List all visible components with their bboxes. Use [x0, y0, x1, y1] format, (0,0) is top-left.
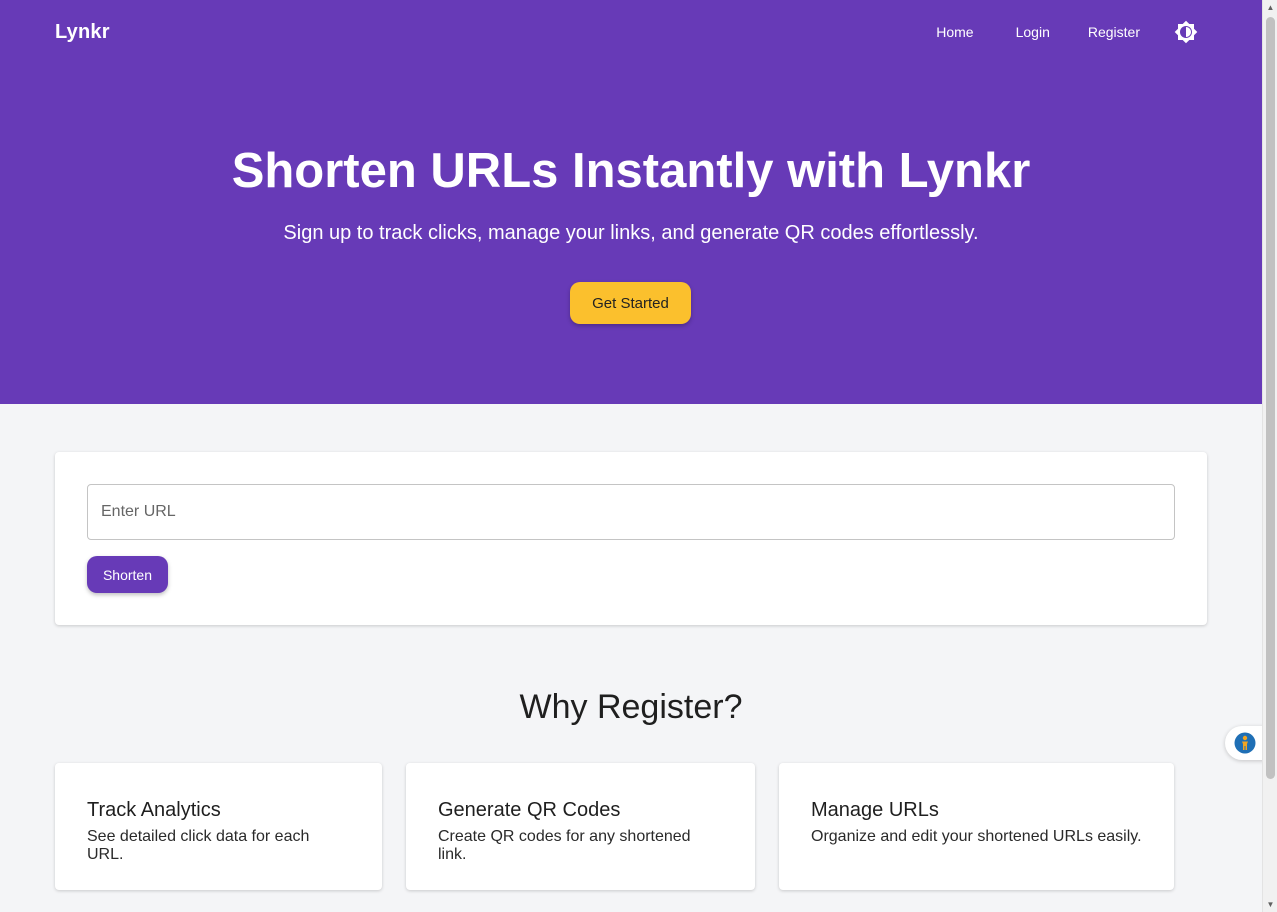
scroll-up-arrow-icon[interactable]: ▲ — [1263, 0, 1277, 15]
top-nav: Home Login Register — [936, 18, 1200, 46]
scroll-down-arrow-icon[interactable]: ▼ — [1263, 897, 1277, 912]
hero-section: Lynkr Home Login Register Shorten URLs I… — [0, 0, 1262, 404]
nav-login-link[interactable]: Login — [1016, 18, 1050, 46]
vertical-scrollbar[interactable]: ▲ ▼ — [1262, 0, 1277, 912]
hero-subtitle: Sign up to track clicks, manage your lin… — [283, 222, 979, 244]
feature-card-manage-urls: Manage URLs Organize and edit your short… — [779, 763, 1174, 890]
url-input[interactable] — [87, 484, 1175, 540]
feature-description: Organize and edit your shortened URLs ea… — [811, 828, 1142, 845]
get-started-button[interactable]: Get Started — [570, 282, 691, 324]
hero-title: Shorten URLs Instantly with Lynkr — [231, 144, 1031, 198]
page: Lynkr Home Login Register Shorten URLs I… — [0, 0, 1262, 912]
brand-logo[interactable]: Lynkr — [55, 21, 110, 44]
feature-description: Create QR codes for any shortened link. — [438, 828, 691, 863]
feature-title: Manage URLs — [811, 799, 939, 821]
nav-register-link[interactable]: Register — [1088, 18, 1140, 46]
shorten-url-card: Shorten — [55, 452, 1207, 625]
shorten-button[interactable]: Shorten — [87, 556, 168, 593]
accessibility-person-icon — [1234, 732, 1256, 754]
feature-card-analytics: Track Analytics See detailed click data … — [55, 763, 382, 890]
brightness-contrast-icon — [1174, 20, 1198, 44]
theme-toggle-button[interactable] — [1172, 18, 1200, 46]
feature-card-qr-codes: Generate QR Codes Create QR codes for an… — [406, 763, 755, 890]
why-register-heading: Why Register? — [519, 688, 743, 726]
nav-home-link[interactable]: Home — [936, 18, 973, 46]
feature-title: Generate QR Codes — [438, 799, 621, 821]
feature-title: Track Analytics — [87, 799, 221, 821]
scrollbar-thumb[interactable] — [1266, 17, 1275, 779]
feature-description: See detailed click data for each URL. — [87, 828, 310, 863]
